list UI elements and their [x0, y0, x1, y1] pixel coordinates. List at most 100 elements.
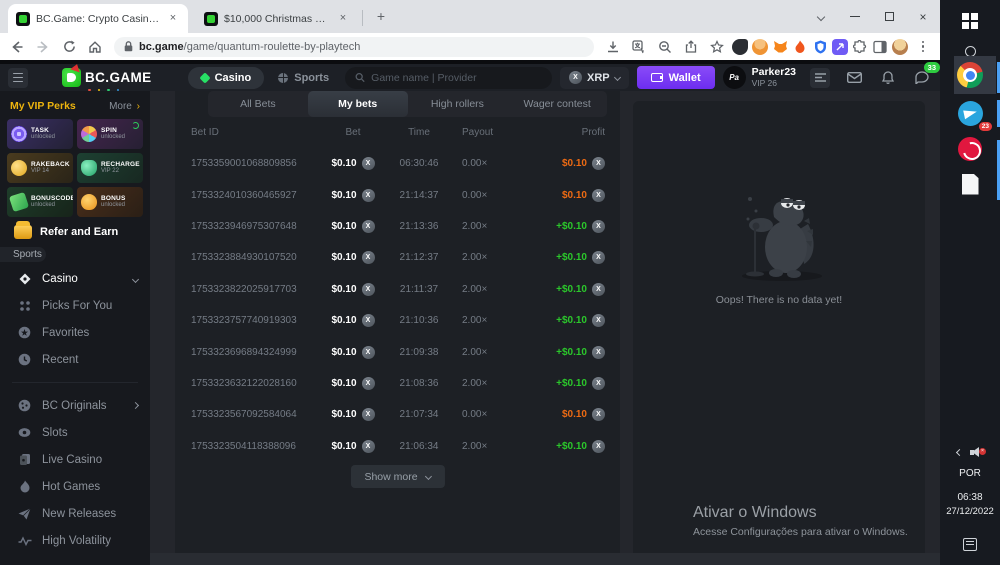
perk-bonus[interactable]: BONUSunlocked	[77, 187, 143, 217]
minimize-button[interactable]	[838, 0, 872, 33]
paper-plane-icon	[17, 506, 32, 521]
home-icon[interactable]	[84, 36, 106, 58]
bet-list-icon[interactable]	[810, 68, 830, 88]
nav-casino-tab[interactable]: Casino	[188, 67, 265, 89]
ext-purple-icon[interactable]	[832, 39, 848, 55]
menu-burger-icon[interactable]	[8, 68, 28, 88]
xrp-coin-icon: X	[362, 408, 375, 421]
tab-wager-contest[interactable]: Wager contest	[507, 91, 607, 117]
bet-amount: $0.10X	[318, 251, 388, 264]
chrome-taskbar-icon[interactable]	[940, 62, 1000, 88]
bet-amount: $0.10X	[318, 157, 388, 170]
notifications-bell-icon[interactable]	[878, 68, 898, 88]
perk-recharge[interactable]: RECHARGEVIP 22	[77, 153, 143, 183]
clock-time[interactable]: 06:38	[940, 492, 1000, 503]
clock-date[interactable]: 27/12/2022	[940, 506, 1000, 517]
sidebar-item-slots[interactable]: Slots	[0, 419, 150, 446]
refer-and-earn[interactable]: Refer and Earn	[0, 217, 150, 247]
ext-shield-icon[interactable]	[812, 39, 828, 55]
address-bar[interactable]: bc.game/game/quantum-roulette-by-playtec…	[114, 37, 594, 57]
forward-icon[interactable]	[32, 36, 54, 58]
tab-high-rollers[interactable]: High rollers	[408, 91, 508, 117]
lock-icon	[124, 41, 133, 52]
language-indicator[interactable]: POR	[940, 468, 1000, 479]
sidebar-item-favorites[interactable]: Favorites	[0, 319, 150, 346]
no-data-monster-illustration	[704, 169, 854, 284]
back-icon[interactable]	[6, 36, 28, 58]
profile-avatar[interactable]	[892, 39, 908, 55]
sidebar-item-hot-games[interactable]: Hot Games	[0, 473, 150, 500]
search-input[interactable]	[371, 72, 542, 84]
maximize-button[interactable]	[872, 0, 906, 33]
currency-selector[interactable]: X XRP	[560, 67, 629, 89]
red-app-taskbar-icon[interactable]	[940, 136, 1000, 162]
tab-my-bets[interactable]: My bets	[308, 91, 408, 117]
zoom-icon[interactable]	[654, 36, 676, 58]
casino-diamond-icon	[199, 72, 210, 83]
sidebar-item-casino[interactable]: Casino	[0, 266, 150, 292]
perk-bonuscode[interactable]: BONUSCODEunlocked	[7, 187, 73, 217]
game-search[interactable]	[345, 67, 552, 89]
show-more-button[interactable]: Show more	[350, 465, 444, 488]
vip-perks-more[interactable]: More ›	[109, 101, 140, 112]
browser-menu-icon[interactable]	[912, 36, 934, 58]
tab-all-bets[interactable]: All Bets	[208, 91, 308, 117]
share-icon[interactable]	[680, 36, 702, 58]
tab-search-chevron-icon[interactable]	[804, 0, 838, 33]
close-button[interactable]: ×	[906, 0, 940, 33]
reload-icon[interactable]	[58, 36, 80, 58]
bet-profit: +$0.10X	[540, 251, 605, 264]
sidebar-item-label: Favorites	[42, 327, 89, 339]
sidebar-item-high-volatility[interactable]: High Volatility	[0, 527, 150, 554]
wallet-label: Wallet	[669, 72, 701, 84]
download-icon[interactable]	[602, 36, 624, 58]
sidebar-item-live-casino[interactable]: Live Casino	[0, 446, 150, 473]
bet-time: 21:13:36	[388, 221, 450, 232]
christmas-lights	[88, 89, 119, 92]
ext-person-icon[interactable]	[752, 39, 768, 55]
refer-label: Refer and Earn	[40, 226, 118, 238]
new-tab-button[interactable]: +	[372, 8, 390, 26]
browser-tab-2[interactable]: $10,000 Christmas week special ×	[196, 4, 358, 33]
action-center-icon[interactable]	[940, 535, 1000, 553]
bet-time: 21:14:37	[388, 190, 450, 201]
tab-close-icon[interactable]: ×	[336, 12, 350, 26]
chevron-right-icon	[132, 402, 139, 409]
sidebar-item-bc-originals[interactable]: BC Originals	[0, 392, 150, 419]
wallet-button[interactable]: Wallet	[637, 66, 715, 89]
bcgame-logo[interactable]: BC.GAME	[62, 68, 152, 87]
side-panel-icon[interactable]	[872, 39, 888, 55]
translate-icon[interactable]	[628, 36, 650, 58]
table-row: 1753323567092584064$0.10X21:07:340.00×$0…	[175, 399, 620, 430]
sidebar-item-recent[interactable]: Recent	[0, 346, 150, 373]
bet-id: 1753323822025917703	[191, 284, 318, 295]
bet-payout: 2.00×	[450, 347, 540, 358]
favorites-star-icon	[17, 325, 32, 340]
ext-metamask-icon[interactable]	[772, 39, 788, 55]
perk-spin[interactable]: SPINunlocked	[77, 119, 143, 149]
tab-close-icon[interactable]: ×	[166, 12, 180, 26]
sidebar-item-picks-for-you[interactable]: Picks For You	[0, 292, 150, 319]
sidebar-item-new-releases[interactable]: New Releases	[0, 500, 150, 527]
ext-falcon-icon[interactable]	[732, 39, 748, 55]
ext-flame-icon[interactable]	[792, 39, 808, 55]
perk-rakeback[interactable]: RAKEBACKVIP 14	[7, 153, 73, 183]
user-profile[interactable]: Pa Parker23 VIP 26	[723, 66, 796, 89]
notepad-taskbar-icon[interactable]	[940, 170, 1000, 198]
sidebar-sports-label[interactable]: Sports	[0, 247, 46, 262]
start-button[interactable]	[940, 6, 1000, 36]
chat-icon[interactable]: 33	[912, 68, 932, 88]
extensions-puzzle-icon[interactable]	[852, 39, 868, 55]
xrp-coin-icon: X	[362, 377, 375, 390]
bookmark-star-icon[interactable]	[706, 36, 728, 58]
telegram-taskbar-icon[interactable]: 23	[940, 98, 1000, 128]
xrp-coin-icon: X	[569, 71, 582, 84]
xrp-coin-icon: X	[592, 220, 605, 233]
inbox-icon[interactable]	[844, 68, 864, 88]
nav-sports-tab[interactable]: Sports	[270, 72, 337, 84]
tab-title: BC.Game: Crypto Casino Games	[36, 13, 160, 25]
casino-diamond-icon	[17, 272, 32, 287]
perk-task[interactable]: TASKunlocked	[7, 119, 73, 149]
browser-tab-1[interactable]: BC.Game: Crypto Casino Games ×	[8, 4, 188, 33]
hidden-icons-chevron[interactable]	[956, 448, 963, 455]
